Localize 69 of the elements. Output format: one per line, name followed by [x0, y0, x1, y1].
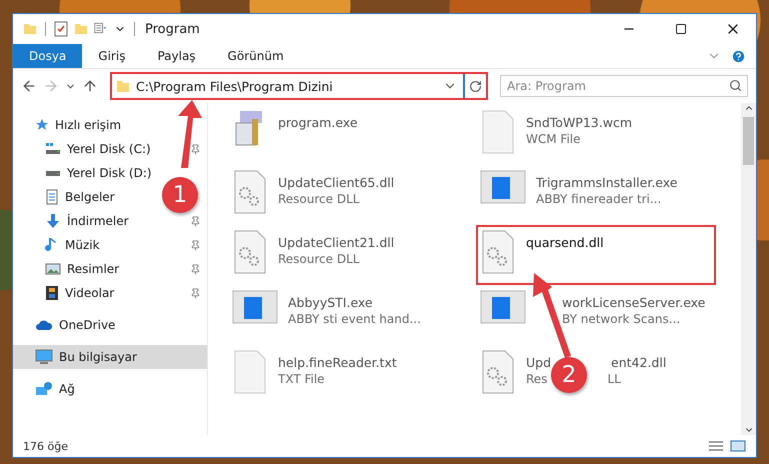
scrollbar-thumb[interactable]: [743, 117, 754, 165]
pin-icon[interactable]: [190, 288, 201, 298]
ribbon-tab[interactable]: Giriş: [82, 44, 142, 68]
properties-icon[interactable]: [94, 21, 108, 35]
network-icon: [35, 381, 53, 397]
pin-icon[interactable]: [190, 240, 201, 250]
window-icon: [480, 169, 526, 205]
film-icon: [45, 285, 59, 301]
pin-icon[interactable]: [190, 264, 201, 274]
file-item[interactable]: program.exe: [230, 107, 478, 167]
cloud-icon: [35, 319, 53, 331]
back-icon[interactable]: [21, 78, 37, 94]
file-icon: [480, 109, 516, 155]
file-item[interactable]: SndToWP13.wcm WCM File: [478, 107, 718, 167]
image-icon: [45, 262, 61, 276]
help-icon[interactable]: [731, 48, 746, 64]
refresh-icon[interactable]: [469, 80, 482, 92]
document-icon: [45, 189, 59, 205]
music-icon: [45, 237, 59, 253]
checklist-icon[interactable]: [54, 21, 68, 37]
file-item[interactable]: TrigrammsInstaller.exe ABBY finereader tri...: [478, 167, 718, 227]
file-item[interactable]: UpdateClient21.dll Resource DLL: [230, 227, 478, 287]
file-type: LL: [607, 372, 621, 386]
settings-file-icon: [480, 229, 516, 275]
tiles-view-icon[interactable]: [730, 440, 746, 452]
annotation-arrow: [178, 100, 202, 168]
item-count: 176 öğe: [23, 440, 68, 452]
sidebar-item[interactable]: Yerel Disk (D:): [13, 161, 158, 185]
settings-file-icon: [232, 169, 268, 215]
file-name: Upd: [526, 355, 552, 370]
search-field[interactable]: Ara: Program: [500, 75, 748, 97]
folder-icon: [116, 79, 130, 93]
details-view-icon[interactable]: [708, 440, 724, 452]
window-icon: [232, 289, 278, 325]
pin-icon[interactable]: [190, 216, 201, 226]
settings-file-icon: [480, 349, 516, 395]
star-icon: [35, 118, 49, 132]
file-item[interactable]: workLicenseServer.exe BY network Scans...: [478, 287, 718, 347]
sidebar-item[interactable]: Resimler: [13, 257, 207, 281]
sidebar-item[interactable]: Ağ: [13, 377, 81, 401]
address-bar[interactable]: C:\Program Files\Program Dizini: [110, 72, 488, 100]
sidebar-item[interactable]: Videolar: [13, 281, 207, 305]
file-icon: [232, 349, 268, 395]
file-item[interactable]: quarsend.dll: [478, 227, 718, 287]
window-title: Program: [145, 22, 201, 36]
sidebar-item[interactable]: Hızlı erişim: [13, 113, 128, 137]
up-icon[interactable]: [82, 78, 98, 94]
sidebar-item[interactable]: Belgeler: [13, 185, 121, 209]
sidebar-item[interactable]: Müzik: [13, 233, 207, 257]
window-icon: [480, 289, 526, 325]
ribbon-tab[interactable]: Dosya: [13, 44, 82, 68]
search-icon[interactable]: [729, 79, 742, 92]
file-type: Res: [526, 372, 548, 386]
sidebar-item[interactable]: Yerel Disk (C:): [13, 137, 207, 161]
file-item[interactable]: help.fineReader.txt TXT File: [230, 347, 478, 407]
sidebar-item[interactable]: OneDrive: [13, 313, 122, 337]
file-name: ent42.dll: [611, 355, 666, 370]
ribbon-tab[interactable]: Paylaş: [141, 44, 212, 68]
settings-file-icon: [232, 229, 268, 275]
computer-icon: [35, 349, 53, 365]
sidebar-item[interactable]: Bu bilgisayar: [13, 345, 207, 369]
ribbon-tab[interactable]: Görünüm: [212, 44, 300, 68]
pin-icon[interactable]: [190, 144, 201, 154]
maximize-icon: [675, 23, 687, 35]
drive-icon: [45, 170, 61, 176]
file-item[interactable]: AbbyySTI.exe ABBY sti event hand...: [230, 287, 478, 347]
drive-icon: [45, 142, 61, 156]
file-item[interactable]: UpdateClient65.dll Resource DLL: [230, 167, 478, 227]
download-icon: [45, 213, 61, 229]
